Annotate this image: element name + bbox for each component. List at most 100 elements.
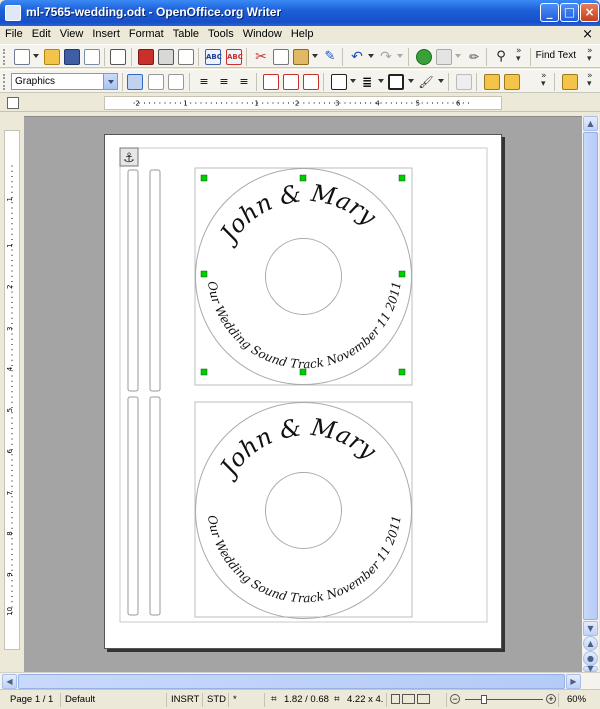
undo-dropdown-icon[interactable] — [368, 54, 374, 58]
horizontal-scroll-thumb[interactable] — [18, 674, 565, 689]
zoom-knob[interactable] — [481, 695, 487, 704]
justify-icon[interactable] — [168, 74, 184, 90]
spellcheck-icon[interactable]: ABC — [205, 49, 222, 65]
menu-format[interactable]: Format — [124, 26, 168, 40]
redo-icon[interactable]: ↷ — [378, 49, 394, 65]
cd-label-2[interactable]: John & Mary Our Wedding Sound Track Nove… — [194, 401, 413, 619]
show-draw-functions-icon[interactable]: ✏ — [466, 49, 482, 65]
spine-strip[interactable] — [127, 396, 139, 616]
menu-insert[interactable]: Insert — [87, 26, 124, 40]
maximize-button[interactable]: □ — [560, 3, 579, 22]
redo-dropdown-icon[interactable] — [397, 54, 403, 58]
tab-stop-selector[interactable] — [7, 97, 19, 109]
scroll-down-icon[interactable]: ▼ — [583, 621, 598, 636]
menu-edit[interactable]: Edit — [27, 26, 55, 40]
autospellcheck-icon[interactable]: ABC — [226, 49, 243, 65]
scroll-right-icon[interactable]: ▶ — [566, 674, 581, 689]
zoom-out-icon[interactable]: − — [450, 694, 460, 704]
toolbar-overflow-icon[interactable]: » ▾ — [516, 47, 524, 67]
document-page[interactable]: John & Mary Our Wedding Sound Track Nove… — [104, 134, 502, 649]
cut-icon[interactable]: ✂ — [253, 49, 269, 65]
border-color-dropdown-icon[interactable] — [408, 79, 414, 83]
extra-toolbar-overflow-icon[interactable]: » ▾ — [587, 72, 595, 92]
format-toolbar-overflow-icon[interactable]: » ▾ — [541, 72, 549, 92]
navigator-icon[interactable] — [416, 49, 432, 65]
paragraph-style-combo[interactable]: Graphics — [11, 73, 118, 90]
line-style-icon[interactable]: ≣ — [359, 74, 375, 90]
page-style[interactable]: Default — [60, 693, 166, 707]
single-page-view-icon[interactable] — [391, 694, 400, 704]
background-color-icon[interactable]: 🖌 — [418, 74, 434, 90]
page-indicator[interactable]: Page 1 / 1 — [6, 693, 60, 707]
menu-window[interactable]: Window — [238, 26, 286, 40]
copy-icon[interactable] — [273, 49, 289, 65]
export-pdf-icon[interactable] — [138, 49, 154, 65]
find-text-label[interactable]: Find Text — [536, 50, 576, 61]
table-dropdown-icon[interactable] — [455, 54, 461, 58]
frame-properties-icon[interactable] — [456, 74, 472, 90]
selection-mode[interactable]: STD — [202, 693, 228, 707]
anchor-icon[interactable]: ⚓ — [119, 147, 139, 167]
toolbar-grip[interactable] — [3, 74, 7, 90]
print-icon[interactable] — [158, 49, 174, 65]
bring-to-front-icon[interactable] — [484, 74, 500, 90]
page-preview-icon[interactable] — [178, 49, 194, 65]
paste-dropdown-icon[interactable] — [312, 54, 318, 58]
cd-label-1[interactable]: John & Mary Our Wedding Sound Track Nove… — [194, 167, 413, 386]
book-view-icon[interactable] — [417, 694, 430, 704]
close-button[interactable]: × — [580, 3, 599, 22]
vertical-ruler[interactable]: 1 1 2 3 4 5 6 7 8 9 10 — [4, 130, 20, 650]
find-binoculars-icon[interactable]: ⚲ — [493, 49, 509, 65]
menu-view[interactable]: View — [55, 26, 88, 40]
insert-mode[interactable]: INSRT — [166, 693, 202, 707]
menu-table[interactable]: Table — [168, 26, 203, 40]
scroll-left-icon[interactable]: ◀ — [2, 674, 17, 689]
close-document-icon[interactable]: × — [582, 27, 593, 42]
minimize-button[interactable]: _ — [540, 3, 559, 22]
document-modified[interactable]: * — [228, 693, 264, 707]
chevron-down-icon[interactable] — [103, 74, 117, 89]
menu-file[interactable]: File — [0, 26, 27, 40]
spine-strip[interactable] — [149, 396, 161, 616]
menu-tools[interactable]: Tools — [203, 26, 238, 40]
previous-page-icon[interactable]: ▲ — [583, 636, 598, 651]
zoom-slider[interactable]: − + — [446, 693, 558, 707]
menu-help[interactable]: Help — [286, 26, 318, 40]
wrap-off-icon[interactable] — [263, 74, 279, 90]
vertical-scrollbar[interactable]: ▲ ▼ ▲ ● ▼ — [582, 116, 599, 673]
edit-file-icon[interactable] — [110, 49, 126, 65]
scroll-up-icon[interactable]: ▲ — [583, 116, 598, 131]
undo-icon[interactable]: ↶ — [349, 49, 365, 65]
borders-dropdown-icon[interactable] — [350, 79, 356, 83]
zoom-percent[interactable]: 60% — [558, 693, 598, 707]
zoom-in-icon[interactable]: + — [546, 694, 556, 704]
zoom-track[interactable] — [465, 699, 543, 700]
wrap-optimal-icon[interactable] — [303, 74, 319, 90]
open-folder-icon[interactable] — [44, 49, 60, 65]
email-icon[interactable] — [84, 49, 100, 65]
align-left-icon[interactable] — [127, 74, 143, 90]
border-color-icon[interactable] — [388, 74, 404, 90]
align-center-text-icon[interactable]: ≡ — [216, 74, 232, 90]
line-style-dropdown-icon[interactable] — [378, 79, 384, 83]
anchor-page-icon[interactable] — [562, 74, 578, 90]
save-icon[interactable] — [64, 49, 80, 65]
send-to-back-icon[interactable] — [504, 74, 520, 90]
align-right-text-icon[interactable]: ≡ — [236, 74, 252, 90]
find-toolbar-overflow-icon[interactable]: » ▾ — [587, 47, 595, 67]
wrap-page-icon[interactable] — [283, 74, 299, 90]
spine-strip[interactable] — [127, 169, 139, 392]
background-color-dropdown-icon[interactable] — [438, 79, 444, 83]
horizontal-scrollbar[interactable]: ◀ ▶ — [0, 672, 600, 689]
borders-icon[interactable] — [331, 74, 347, 90]
paste-icon[interactable] — [293, 49, 309, 65]
align-left-text-icon[interactable]: ≡ — [196, 74, 212, 90]
new-dropdown-icon[interactable] — [33, 54, 39, 58]
clone-formatting-icon[interactable]: ✎ — [322, 49, 338, 65]
new-document-icon[interactable] — [14, 49, 30, 65]
spine-strip[interactable] — [149, 169, 161, 392]
toolbar-grip[interactable] — [3, 49, 7, 65]
multi-page-view-icon[interactable] — [402, 694, 415, 704]
vertical-scroll-thumb[interactable] — [583, 132, 598, 620]
align-center-icon[interactable] — [148, 74, 164, 90]
